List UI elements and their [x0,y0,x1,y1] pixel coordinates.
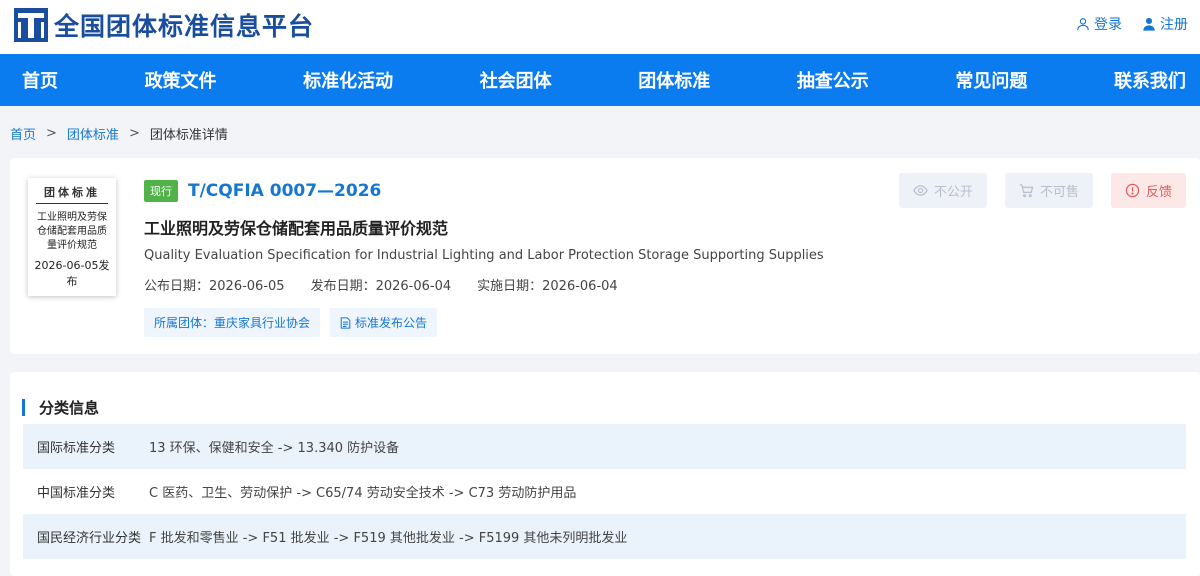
document-icon [340,316,351,329]
standard-title-en: Quality Evaluation Specification for Ind… [144,248,824,263]
nav-item-policy[interactable]: 政策文件 [145,67,217,93]
login-label: 登录 [1094,17,1122,33]
standard-detail-card: 团体标准 工业照明及劳保仓储配套用品质量评价规范 2026-06-05发布 现行… [10,158,1200,354]
row-label: 国际标准分类 [37,441,116,456]
classification-section-title: 分类信息 [22,397,99,418]
classification-row-industry: 国民经济行业分类 F 批发和零售业 -> F51 批发业 -> F519 其他批… [23,514,1186,559]
code-row: 现行 T/CQFIA 0007—2026 [144,180,824,202]
eye-icon [913,185,928,196]
section-accent-bar [22,399,25,416]
classification-card: 分类信息 国际标准分类 13 环保、保健和安全 -> 13.340 防护设备 中… [10,372,1200,576]
notice-tag-label: 标准发布公告 [355,316,428,330]
user-filled-icon [1143,17,1155,31]
main-nav: 首页 政策文件 标准化活动 社会团体 团体标准 抽查公示 常见问题 联系我们 [0,54,1200,106]
breadcrumb: 首页 > 团体标准 > 团体标准详情 [0,106,1200,160]
thumb-title: 团体标准 [36,184,108,204]
nav-item-activities[interactable]: 标准化活动 [303,67,393,93]
classification-row-ics: 国际标准分类 13 环保、保健和安全 -> 13.340 防护设备 [23,424,1186,469]
alert-circle-icon [1125,183,1140,198]
row-label: 中国标准分类 [37,486,116,501]
user-outline-icon [1077,18,1089,31]
login-link[interactable]: 登录 [1076,14,1122,34]
nav-item-home[interactable]: 首页 [22,67,58,93]
breadcrumb-home[interactable]: 首页 [10,124,36,143]
row-value: 13 环保、保健和安全 -> 13.340 防护设备 [149,441,400,456]
breadcrumb-current: 团体标准详情 [149,127,228,143]
logo-text: 全国团体标准信息平台 [54,12,315,41]
not-for-sale-label: 不可售 [1039,185,1079,200]
row-value: C 医药、卫生、劳动保护 -> C65/74 劳动安全技术 -> C73 劳动防… [149,486,577,501]
classification-title: 分类信息 [39,399,100,417]
feedback-label: 反馈 [1145,185,1172,200]
breadcrumb-separator: > [46,125,57,141]
not-public-label: 不公开 [933,185,973,200]
cart-icon [1019,184,1034,198]
release-date: 发布日期：2026-06-04 [310,279,452,294]
dates-row: 公布日期：2026-06-05 发布日期：2026-06-04 实施日期：202… [144,275,824,294]
not-for-sale-button: 不可售 [1004,173,1093,208]
thumb-body: 工业照明及劳保仓储配套用品质量评价规范 [37,212,107,251]
action-buttons: 不公开 不可售 反馈 [898,173,1186,208]
register-link[interactable]: 注册 [1142,14,1188,34]
site-logo[interactable]: 全国团体标准信息平台 [14,7,314,43]
breadcrumb-standards[interactable]: 团体标准 [67,124,119,143]
publish-date: 公布日期：2026-06-05 [144,279,285,294]
nav-item-faq[interactable]: 常见问题 [955,67,1027,93]
standard-code: T/CQFIA 0007—2026 [188,181,382,201]
logo-mark-icon [14,8,48,42]
notice-tag[interactable]: 标准发布公告 [330,308,438,337]
auth-links: 登录 注册 [1076,14,1188,34]
site-header: 全国团体标准信息平台 登录 注册 [0,0,1200,54]
thumb-date: 2026-06-05发布 [34,259,110,288]
feedback-button[interactable]: 反馈 [1110,173,1186,208]
nav-item-organizations[interactable]: 社会团体 [480,67,552,93]
classification-row-ccs: 中国标准分类 C 医药、卫生、劳动保护 -> C65/74 劳动安全技术 -> … [23,469,1186,514]
org-tag[interactable]: 所属团体：重庆家具行业协会 [144,308,321,337]
tags-row: 所属团体：重庆家具行业协会 标准发布公告 [144,308,824,337]
nav-item-standards[interactable]: 团体标准 [638,67,710,93]
status-badge: 现行 [144,180,178,202]
nav-item-inspection[interactable]: 抽查公示 [797,67,869,93]
standard-info: 现行 T/CQFIA 0007—2026 工业照明及劳保仓储配套用品质量评价规范… [144,180,824,337]
nav-item-contact[interactable]: 联系我们 [1114,67,1186,93]
not-public-button: 不公开 [898,173,987,208]
register-label: 注册 [1160,17,1188,33]
breadcrumb-separator: > [128,125,140,141]
row-label: 国民经济行业分类 [37,531,142,546]
effective-date: 实施日期：2026-06-04 [477,279,618,294]
classification-table: 国际标准分类 13 环保、保健和安全 -> 13.340 防护设备 中国标准分类… [23,424,1186,559]
standard-cover-thumbnail[interactable]: 团体标准 工业照明及劳保仓储配套用品质量评价规范 2026-06-05发布 [28,178,116,296]
standard-title-cn: 工业照明及劳保仓储配套用品质量评价规范 [144,219,449,238]
row-value: F 批发和零售业 -> F51 批发业 -> F519 其他批发业 -> F51… [149,531,628,546]
